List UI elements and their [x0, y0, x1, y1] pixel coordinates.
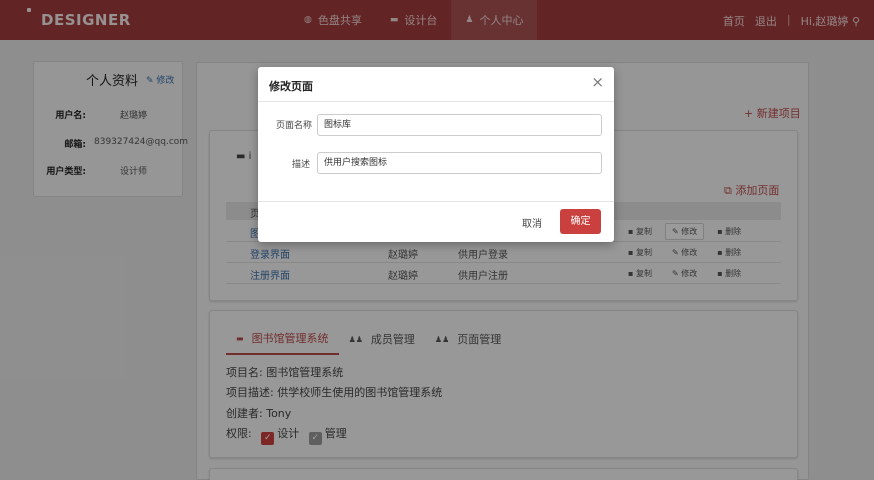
dialog-divider: [258, 201, 614, 202]
close-icon[interactable]: ×: [591, 75, 604, 90]
description-input[interactable]: 供用户搜索图标: [317, 152, 602, 174]
confirm-button[interactable]: 确定: [560, 209, 601, 234]
edit-page-dialog: 修改页面 × 页面名称 图标库 描述 供用户搜索图标 取消 确定: [258, 67, 614, 242]
cancel-button[interactable]: 取消: [522, 215, 542, 230]
dialog-header: 修改页面 ×: [258, 67, 614, 102]
description-label: 描述: [292, 160, 311, 170]
page-name-label: 页面名称: [276, 121, 313, 131]
page-name-input[interactable]: 图标库: [317, 114, 602, 136]
dialog-title: 修改页面: [269, 80, 313, 93]
